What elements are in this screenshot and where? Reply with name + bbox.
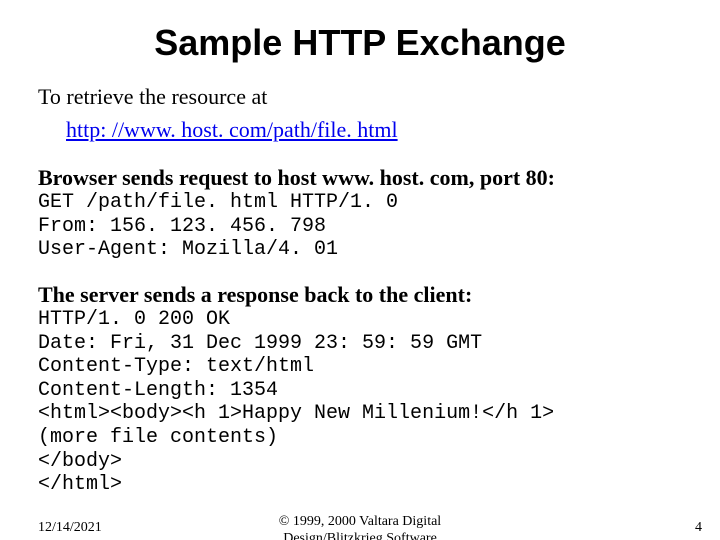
slide-title: Sample HTTP Exchange xyxy=(0,22,720,64)
response-line: Content-Type: text/html xyxy=(38,355,682,379)
response-line: Date: Fri, 31 Dec 1999 23: 59: 59 GMT xyxy=(38,332,682,356)
request-line: User-Agent: Mozilla/4. 01 xyxy=(38,238,682,262)
copyright-line2: Design/Blitzkrieg Software xyxy=(283,531,437,540)
response-heading: The server sends a response back to the … xyxy=(38,282,682,308)
response-line: </html> xyxy=(38,473,682,497)
spacer xyxy=(38,262,682,276)
request-heading: Browser sends request to host www. host.… xyxy=(38,165,682,191)
footer-copyright: © 1999, 2000 Valtara Digital Design/Blit… xyxy=(0,514,720,540)
response-line: </body> xyxy=(38,450,682,474)
footer-page-number: 4 xyxy=(695,520,702,536)
request-line: GET /path/file. html HTTP/1. 0 xyxy=(38,191,682,215)
copyright-line1: © 1999, 2000 Valtara Digital xyxy=(279,514,441,529)
slide: Sample HTTP Exchange To retrieve the res… xyxy=(0,22,720,540)
response-line: (more file contents) xyxy=(38,426,682,450)
response-line: HTTP/1. 0 200 OK xyxy=(38,308,682,332)
response-line: <html><body><h 1>Happy New Millenium!</h… xyxy=(38,402,682,426)
request-line: From: 156. 123. 456. 798 xyxy=(38,215,682,239)
slide-content: To retrieve the resource at http: //www.… xyxy=(0,84,720,497)
intro-text: To retrieve the resource at xyxy=(38,84,682,109)
response-line: Content-Length: 1354 xyxy=(38,379,682,403)
resource-url-link[interactable]: http: //www. host. com/path/file. html xyxy=(66,117,398,143)
